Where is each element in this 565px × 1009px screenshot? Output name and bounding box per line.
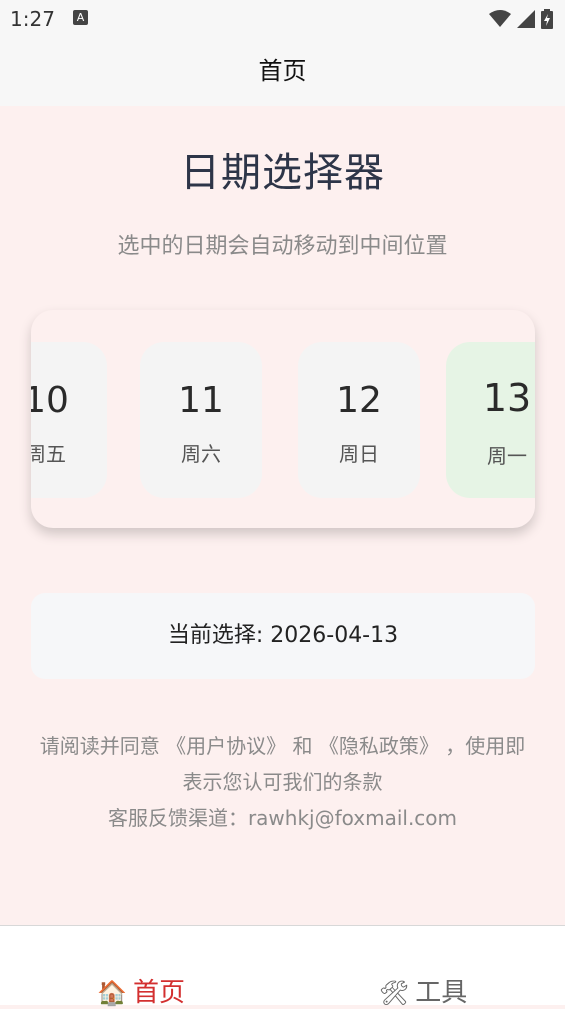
terms-agreement-text[interactable]: 请阅读并同意 《用户协议》 和 《隐私政策》 ，使用即表示您认可我们的条款 — [30, 728, 535, 800]
current-selection-text: 当前选择: 2026-04-13 — [167, 623, 399, 648]
date-number: 12 — [336, 380, 382, 421]
date-number: 10 — [31, 380, 69, 421]
app-bar-title: 首页 — [258, 57, 307, 85]
date-number: 11 — [178, 380, 224, 421]
status-icons — [489, 9, 553, 29]
bottom-nav: 🏠 首页 🛠 工具 — [0, 925, 565, 1008]
status-bar: 1:27 A — [0, 0, 565, 38]
date-item[interactable]: 10 周五 — [31, 342, 107, 498]
support-contact-text: 客服反馈渠道：rawhkj@foxmail.com — [107, 806, 458, 830]
terms-notice: 请阅读并同意 《用户协议》 和 《隐私政策》 ，使用即表示您认可我们的条款 客服… — [30, 728, 535, 836]
date-weekday: 周五 — [31, 442, 66, 466]
date-item[interactable]: 12 周日 — [298, 342, 420, 498]
current-selection-box: 当前选择: 2026-04-13 — [31, 593, 535, 679]
tools-icon: 🛠 — [378, 979, 410, 1007]
page-title: 日期选择器 — [180, 150, 385, 196]
status-time: 1:27 — [10, 7, 55, 31]
date-weekday: 周日 — [339, 442, 379, 466]
date-item-selected[interactable]: 13 周一 — [446, 342, 535, 498]
date-number: 13 — [482, 376, 532, 420]
nav-item-home[interactable]: 🏠 首页 — [0, 972, 282, 1009]
date-item[interactable]: 11 周六 — [140, 342, 262, 498]
page-subtitle: 选中的日期会自动移动到中间位置 — [117, 234, 448, 259]
wifi-icon — [489, 10, 511, 27]
battery-icon — [541, 9, 553, 29]
notification-icon: A — [73, 10, 88, 25]
date-picker-scroller[interactable]: 10 周五 11 周六 12 周日 13 周一 — [31, 310, 535, 528]
date-weekday: 周六 — [181, 442, 221, 466]
nav-item-tools[interactable]: 🛠 工具 — [282, 972, 564, 1009]
house-icon: 🏠 — [97, 979, 127, 1007]
date-weekday: 周一 — [487, 444, 527, 468]
signal-icon — [517, 10, 535, 28]
app-bar: 首页 — [0, 38, 565, 106]
